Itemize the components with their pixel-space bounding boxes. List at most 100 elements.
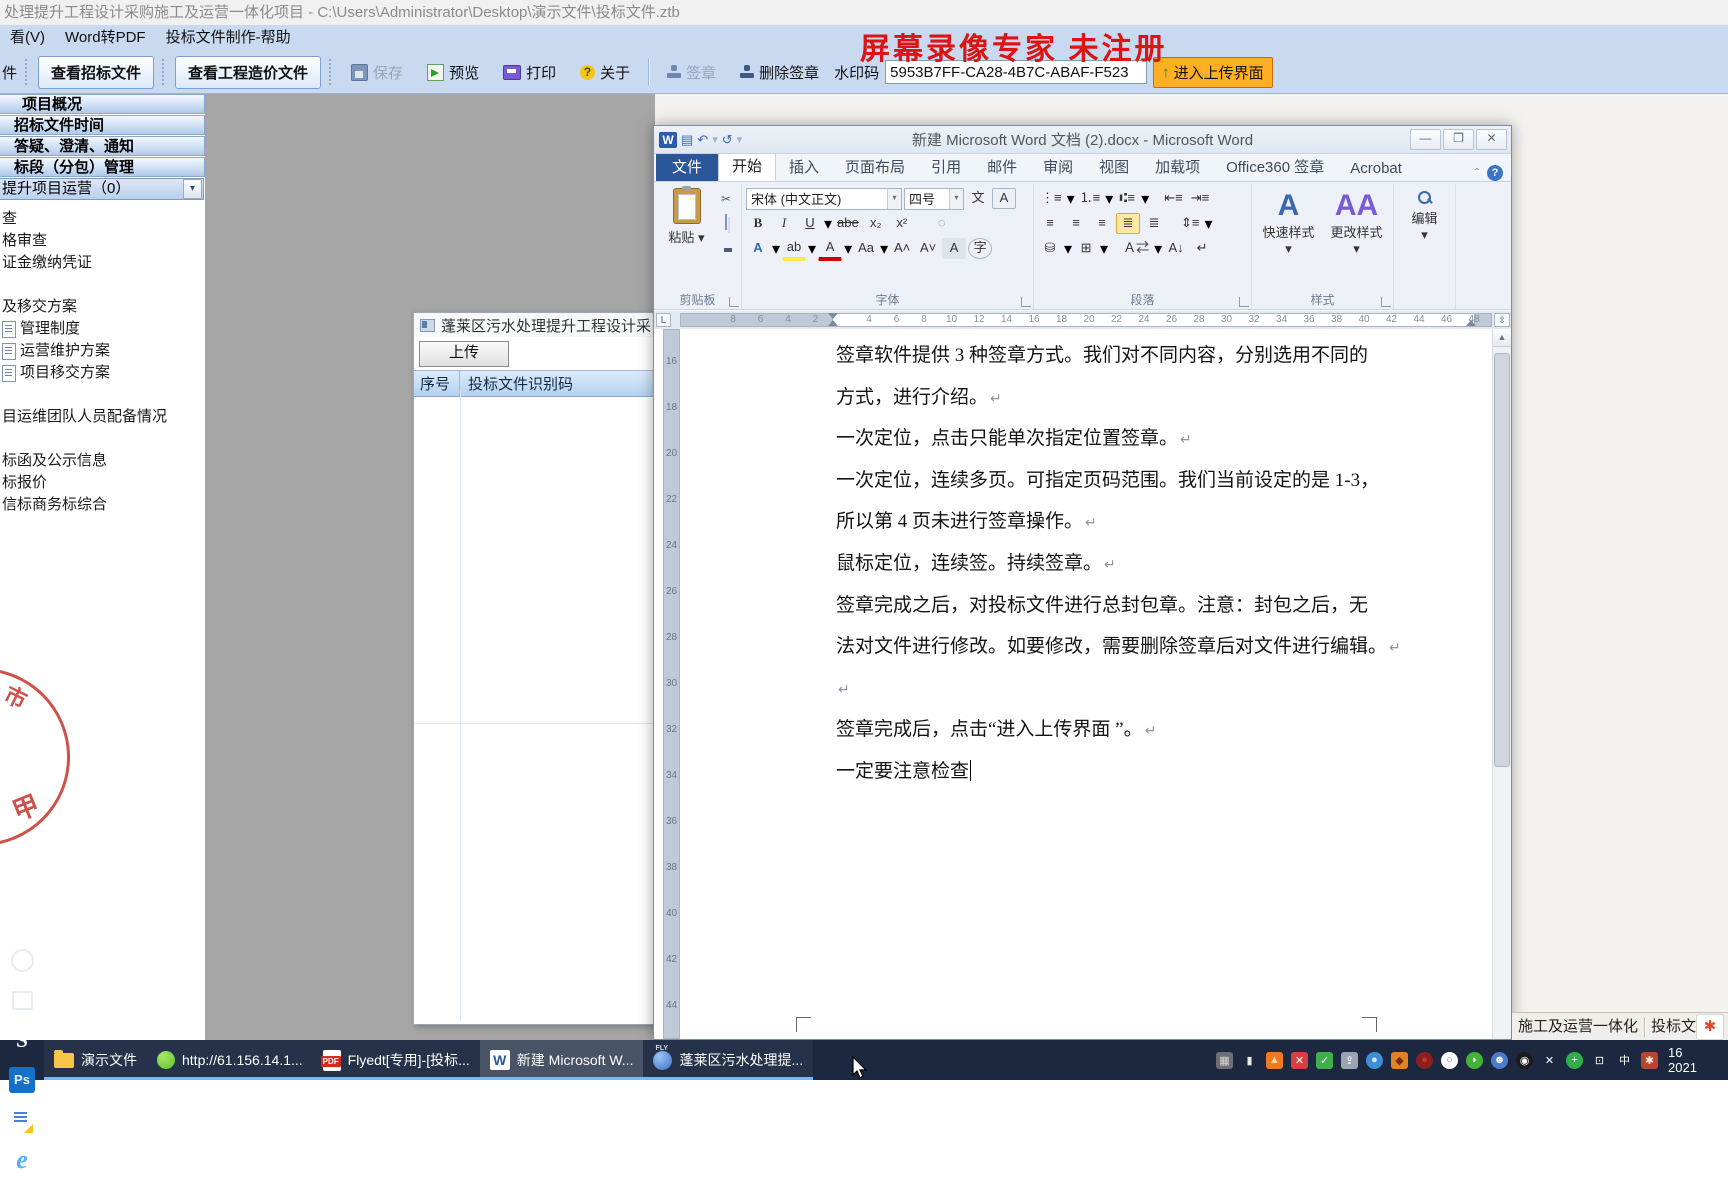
quick-styles-button[interactable]: A 快速样式 ▾ [1257,186,1321,293]
document-line[interactable]: 鼠标定位，连续签。持续签章。 ↵ [836,543,1116,585]
toolbar-file-partial[interactable]: 件 [2,62,17,83]
ruler-toggle[interactable]: ⇳ [1494,313,1510,327]
subscript-button[interactable]: x₂ [864,213,888,234]
start-button[interactable] [0,940,44,980]
document-line[interactable]: 一定要注意检查 [836,751,972,793]
taskbar-browser-window[interactable]: http://61.156.14.1... [147,1040,313,1080]
text-effects-icon[interactable]: A [746,238,770,259]
align-left-icon[interactable]: ≡ [1038,213,1062,234]
change-styles-button[interactable]: AA 更改样式 ▾ [1325,186,1389,293]
taskbar-word-window[interactable]: W 新建 Microsoft W... [479,1040,644,1080]
column-header-code[interactable]: 投标文件识别码 [459,371,672,396]
tab-other[interactable]: 加载项 [1142,152,1213,181]
view-tender-button[interactable]: 查看招标文件 [38,55,155,89]
dialog-title-bar[interactable]: 蓬莱区污水处理提升工程设计采 [414,313,672,337]
editing-button[interactable]: 编辑 ▾ [1398,190,1451,243]
upload-button[interactable]: 上传 [419,341,509,367]
copy-icon[interactable] [715,213,737,233]
save-icon[interactable]: ▤ [681,132,693,148]
sidebar-item[interactable]: 证金缴纳凭证 [0,253,92,273]
highlight-color-icon[interactable]: ab [782,237,807,261]
grow-font-icon[interactable]: A˄ [890,238,914,259]
tray-red-circle-icon[interactable]: ● [1412,1040,1437,1080]
document-line[interactable]: 签章完成之后，对投标文件进行总封包章。注意：封包之后，无 [836,585,1368,627]
dialog-launcher-icon[interactable] [729,297,739,307]
sidebar-item[interactable]: 目运维团队人员配备情况 [0,407,167,427]
tab-other[interactable]: 邮件 [974,152,1030,181]
dialog-launcher-icon[interactable] [1021,297,1031,307]
sidebar-section-header[interactable]: 答疑、澄清、通知 [0,136,205,156]
delete-sign-button[interactable]: 删除签章 [731,57,828,88]
tray-blue-ring-icon[interactable]: ○ [1437,1040,1462,1080]
decrease-indent-icon[interactable]: ⇤≡ [1161,188,1185,209]
tray-shield-icon[interactable]: ◆ [1387,1040,1412,1080]
clear-format-icon[interactable]: ◌ [930,213,954,234]
bold-button[interactable]: B [746,213,770,234]
shading-bucket-icon[interactable]: ⛁ [1038,238,1062,259]
minimize-button[interactable]: — [1410,129,1441,150]
collapse-ribbon-icon[interactable]: ˆ [1475,166,1479,180]
multilevel-list-icon[interactable]: ⑆≡ [1115,188,1139,209]
enclose-character-icon[interactable]: 字 [968,238,993,259]
view-cost-button[interactable]: 查看工程造价文件 [175,55,322,89]
document-line[interactable]: ↵ [836,668,850,710]
document-line[interactable]: 签章软件提供 3 种签章方式。我们对不同内容，分别选用不同的 [836,335,1368,377]
sidebar-item[interactable]: 信标商务标综合 [0,495,107,515]
sort-icon[interactable]: A↓ [1164,238,1188,259]
help-icon[interactable]: ? [1487,165,1503,181]
document-line[interactable]: 所以第 4 页未进行签章操作。 ↵ [836,501,1097,543]
close-button[interactable]: ✕ [1476,129,1507,150]
qat-customize-icon[interactable]: ▾ [737,133,743,146]
sidebar-item[interactable]: 运营维护方案 [0,341,110,361]
tab-selector[interactable]: L [656,313,671,327]
document-line[interactable]: 签章完成后，点击“进入上传界面 ”。 ↵ [836,709,1156,751]
redo-icon[interactable]: ↺ [722,132,733,148]
document-app-icon[interactable] [0,1100,44,1140]
tray-wechat-icon[interactable]: ◗ [1462,1040,1487,1080]
tab-other[interactable]: 引用 [918,152,974,181]
tab-other[interactable]: 页面布局 [832,152,918,181]
cut-icon[interactable]: ✂ [715,190,737,210]
sidebar-item[interactable]: 标函及公示信息 [0,451,107,471]
taskbar-flyedt-window[interactable]: PDF Flyedt[专用]-[投标... [312,1040,480,1080]
right-indent-marker[interactable] [1466,320,1476,326]
tab-other[interactable]: 审阅 [1030,152,1086,181]
taskbar-penglai-window[interactable]: FLY 蓬莱区污水处理提... [643,1040,814,1080]
print-button[interactable]: 打印 [494,57,565,88]
photoshop-icon[interactable]: Ps [0,1060,44,1100]
bullet-list-icon[interactable]: ⋮≡ [1038,188,1065,209]
chevron-down-icon[interactable]: ▾ [824,214,832,234]
document-line[interactable]: 方式，进行介绍。 ↵ [836,377,1002,419]
baidu-input-icon[interactable]: ✱ [1696,1014,1724,1040]
italic-button[interactable]: I [772,213,796,234]
tray-green-check-icon[interactable]: ✓ [1312,1040,1337,1080]
tab-other[interactable]: Acrobat [1337,156,1415,181]
character-shading-icon[interactable]: A [942,238,967,259]
menu-item[interactable]: Word转PDF [55,25,156,51]
column-header-index[interactable]: 序号 [414,373,459,394]
scrollbar-thumb[interactable] [1494,353,1510,767]
line-spacing-icon[interactable]: ⇕≡ [1178,213,1202,234]
tray-ime-zh-icon[interactable]: 中 [1612,1040,1637,1080]
sign-button[interactable]: 签章 [658,57,725,88]
tray-recorder-icon[interactable]: ▦ [1212,1040,1237,1080]
shrink-font-icon[interactable]: A˅ [916,238,940,259]
taskbar-clock[interactable]: 16 2021 [1662,1045,1728,1075]
strikethrough-button[interactable]: abe [834,213,862,234]
font-size-combo[interactable]: 四号 ▾ [904,187,964,210]
sidebar-section-header[interactable]: 招标文件时间 [0,115,205,135]
document-line[interactable]: 一次定位，连续多页。可指定页码范围。我们当前设定的是 1-3， [836,460,1379,502]
tray-qq-icon[interactable]: ◉ [1512,1040,1537,1080]
document-page[interactable]: 签章软件提供 3 种签章方式。我们对不同内容，分别选用不同的 方式，进行介绍。 ↵ 一… [680,329,1493,1039]
show-marks-icon[interactable]: ↵ [1190,238,1214,259]
sidebar-item[interactable]: 项目移交方案 [0,363,110,383]
menu-item[interactable]: 看(V) [0,25,55,51]
sidebar-item[interactable]: 标报价 [0,473,47,493]
tab-other[interactable]: 插入 [776,152,832,181]
align-right-icon[interactable]: ≡ [1090,213,1114,234]
font-name-combo[interactable]: 宋体 (中文正文) ▾ [746,187,902,210]
sidebar-item[interactable]: 管理制度 [0,319,80,339]
tab-home[interactable]: 开始 [718,150,777,181]
paste-button[interactable]: 粘贴 ▾ [667,186,707,260]
asian-layout-icon[interactable]: Ａ⇄ [1120,238,1152,259]
